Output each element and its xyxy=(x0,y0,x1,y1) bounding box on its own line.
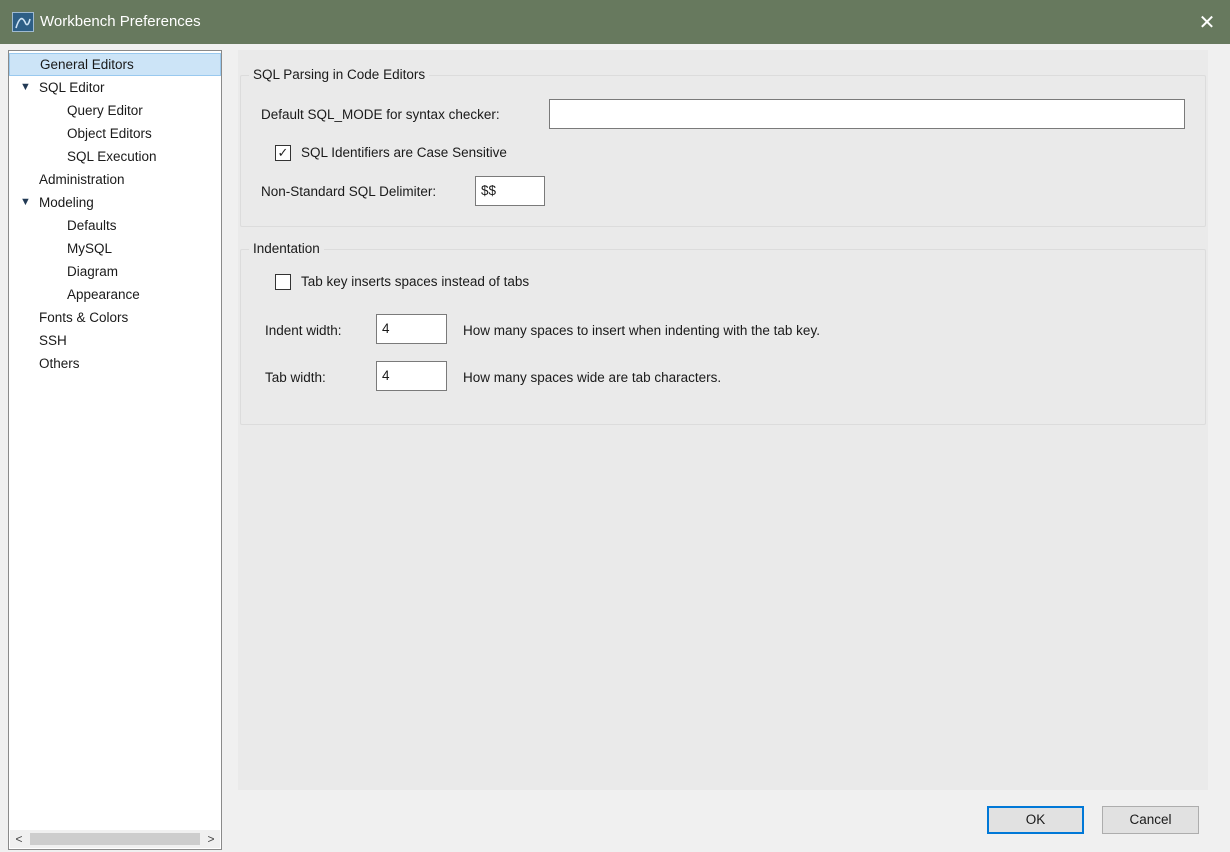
delimiter-input[interactable]: $$ xyxy=(475,176,545,206)
sidebar-item-label: Administration xyxy=(39,172,125,187)
indent-width-label: Indent width: xyxy=(265,323,342,338)
title-bar[interactable]: Workbench Preferences ✕ xyxy=(0,0,1230,44)
sidebar-item-label: Modeling xyxy=(39,195,94,210)
sidebar-item-label: General Editors xyxy=(40,57,134,72)
settings-content: SQL Parsing in Code Editors Default SQL_… xyxy=(238,50,1208,790)
sidebar-item-label: SQL Execution xyxy=(67,149,157,164)
tab-width-input[interactable]: 4 xyxy=(376,361,447,391)
preferences-category-tree[interactable]: General Editors ▼ SQL Editor Query Editor Ob… xyxy=(8,50,222,850)
sidebar-item-label: Others xyxy=(39,356,80,371)
sql-parsing-group: SQL Parsing in Code Editors Default SQL_… xyxy=(240,66,1206,227)
sql-mode-label: Default SQL_MODE for syntax checker: xyxy=(261,107,500,122)
indent-width-help: How many spaces to insert when indenting… xyxy=(463,323,820,338)
sql-parsing-legend: SQL Parsing in Code Editors xyxy=(249,66,430,84)
sidebar-item-label: Fonts & Colors xyxy=(39,310,129,325)
sidebar-item-label: Defaults xyxy=(67,218,117,233)
indentation-group: Indentation Tab key inserts spaces inste… xyxy=(240,240,1206,425)
sql-mode-input[interactable] xyxy=(549,99,1185,129)
sidebar-item-general-editors[interactable]: General Editors xyxy=(9,53,221,76)
tree-items: General Editors ▼ SQL Editor Query Editor Ob… xyxy=(9,53,221,375)
sidebar-item-label: MySQL xyxy=(67,241,113,256)
sidebar-item-query-editor[interactable]: Query Editor xyxy=(9,99,221,122)
sidebar-item-mysql[interactable]: MySQL xyxy=(9,237,221,260)
expand-arrow-icon[interactable]: ▼ xyxy=(20,76,31,99)
window-title: Workbench Preferences xyxy=(40,13,201,30)
sidebar-item-label: SSH xyxy=(39,333,67,348)
indent-width-input[interactable]: 4 xyxy=(376,314,447,344)
sidebar-item-object-editors[interactable]: Object Editors xyxy=(9,122,221,145)
settings-panel: SQL Parsing in Code Editors Default SQL_… xyxy=(230,50,1220,798)
sidebar-item-label: Appearance xyxy=(67,287,140,302)
tab-spaces-label[interactable]: Tab key inserts spaces instead of tabs xyxy=(301,273,529,291)
delimiter-label: Non-Standard SQL Delimiter: xyxy=(261,184,437,199)
ok-button[interactable]: OK xyxy=(987,806,1084,834)
sidebar-item-ssh[interactable]: SSH xyxy=(9,329,221,352)
sidebar-item-administration[interactable]: Administration xyxy=(9,168,221,191)
mysql-workbench-app-icon xyxy=(12,12,34,32)
sidebar-item-label: Query Editor xyxy=(67,103,143,118)
tab-width-label: Tab width: xyxy=(265,370,326,385)
scroll-left-icon[interactable]: < xyxy=(10,830,28,848)
sidebar-item-fonts-colors[interactable]: Fonts & Colors xyxy=(9,306,221,329)
sidebar-item-defaults[interactable]: Defaults xyxy=(9,214,221,237)
tab-spaces-checkbox[interactable] xyxy=(275,274,291,290)
preferences-window: Workbench Preferences ✕ General Editors ▼… xyxy=(0,0,1230,852)
scrollbar-thumb[interactable] xyxy=(30,833,200,845)
cancel-button[interactable]: Cancel xyxy=(1102,806,1199,834)
case-sensitive-label[interactable]: SQL Identifiers are Case Sensitive xyxy=(301,144,507,162)
sidebar-item-label: SQL Editor xyxy=(39,80,105,95)
scroll-right-icon[interactable]: > xyxy=(202,830,220,848)
sidebar-item-label: Diagram xyxy=(67,264,119,279)
sidebar-item-others[interactable]: Others xyxy=(9,352,221,375)
sidebar-item-modeling[interactable]: ▼ Modeling xyxy=(9,191,221,214)
tab-width-help: How many spaces wide are tab characters. xyxy=(463,370,722,385)
case-sensitive-checkbox[interactable]: ✓ xyxy=(275,145,291,161)
sidebar-item-sql-editor[interactable]: ▼ SQL Editor xyxy=(9,76,221,99)
sidebar-item-appearance[interactable]: Appearance xyxy=(9,283,221,306)
horizontal-scrollbar[interactable]: < > xyxy=(10,830,220,848)
expand-arrow-icon[interactable]: ▼ xyxy=(20,191,31,214)
close-icon[interactable]: ✕ xyxy=(1184,0,1230,44)
indentation-legend: Indentation xyxy=(249,240,324,258)
sidebar-item-label: Object Editors xyxy=(67,126,152,141)
sidebar-item-diagram[interactable]: Diagram xyxy=(9,260,221,283)
sidebar-item-sql-execution[interactable]: SQL Execution xyxy=(9,145,221,168)
